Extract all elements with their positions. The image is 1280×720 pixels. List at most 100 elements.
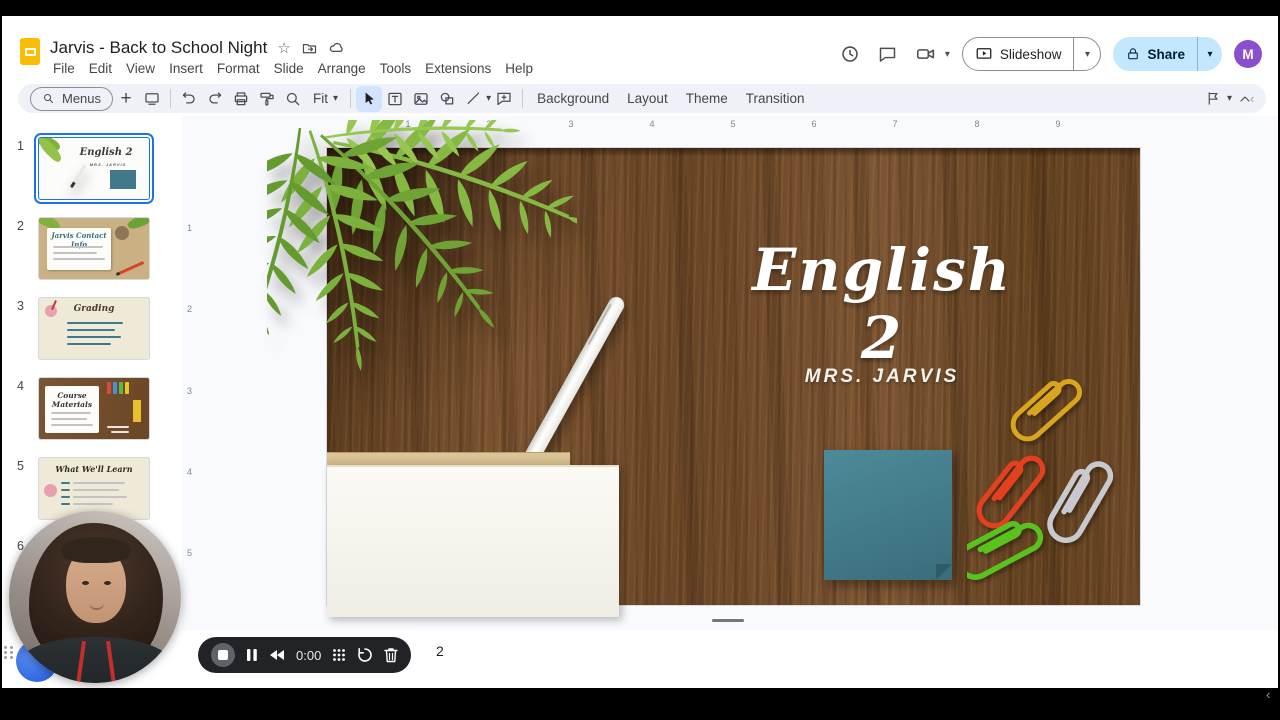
menu-arrange[interactable]: Arrange <box>311 58 373 79</box>
leaf-decoration <box>126 218 149 233</box>
thumb-pencil <box>115 261 145 276</box>
menu-view[interactable]: View <box>119 58 162 79</box>
palm-leaves-image[interactable] <box>267 120 577 445</box>
thumb-pencil <box>107 382 111 394</box>
menu-tools[interactable]: Tools <box>373 58 419 79</box>
menu-bar: File Edit View Insert Format Slide Arran… <box>46 58 540 79</box>
restart-recording-button[interactable] <box>357 647 373 663</box>
redo-button[interactable] <box>202 86 228 112</box>
share-button[interactable]: Share <box>1113 37 1197 71</box>
hruler-mark: 9 <box>1055 119 1061 129</box>
rewind-icon <box>270 650 284 660</box>
slide-row-3[interactable]: 3 Grading <box>2 297 182 363</box>
layout-button[interactable]: Layout <box>618 86 677 112</box>
insert-line-button[interactable] <box>460 86 486 112</box>
comments-icon[interactable] <box>875 41 901 67</box>
slideshow-button[interactable]: Slideshow <box>963 38 1074 70</box>
slide-number: 3 <box>17 299 24 313</box>
account-avatar[interactable]: M <box>1234 40 1262 68</box>
delete-recording-button[interactable] <box>384 647 399 663</box>
slide-row-2[interactable]: 2 Jarvis Contact Info <box>2 217 182 283</box>
speaker-notes-bar[interactable]: 0:00 2 <box>2 630 1278 688</box>
presenter-eye <box>82 581 89 585</box>
slide-3-thumbnail[interactable]: Grading <box>38 297 150 360</box>
menu-extensions[interactable]: Extensions <box>418 58 498 79</box>
cloud-status-icon[interactable] <box>328 39 346 57</box>
meet-camera-icon[interactable] <box>913 41 939 67</box>
presenter-eye <box>104 581 111 585</box>
thumb-bullet <box>61 489 70 491</box>
move-folder-icon[interactable] <box>301 40 318 57</box>
thumb-subtitle: MRS. JARVIS <box>89 162 127 167</box>
silver-paperclip <box>1044 456 1115 546</box>
insert-comment-button[interactable] <box>491 86 517 112</box>
version-history-icon[interactable] <box>837 41 863 67</box>
slide-1-thumbnail[interactable]: English 2 MRS. JARVIS <box>34 133 154 204</box>
stop-recording-button[interactable] <box>211 643 235 667</box>
menu-slide[interactable]: Slide <box>267 58 311 79</box>
slide-number: 1 <box>17 139 24 153</box>
slide-row-1[interactable]: 1 English 2 MRS. JARVIS <box>2 133 182 204</box>
camera-dropdown-icon[interactable]: ▾ <box>945 49 950 60</box>
header: Jarvis - Back to School Night ☆ File Edi… <box>2 16 1278 82</box>
paint-format-button[interactable] <box>254 86 280 112</box>
editor-canvas: 1 2 3 4 5 6 7 8 9 1 2 3 4 5 English 2 MR… <box>182 116 1278 634</box>
insert-image-button[interactable] <box>408 86 434 112</box>
insert-shape-button[interactable] <box>434 86 460 112</box>
rewind-button[interactable] <box>269 649 285 661</box>
hruler-mark: 8 <box>974 119 980 129</box>
paper-stack-image[interactable] <box>327 452 619 617</box>
select-tool-button[interactable] <box>356 85 383 112</box>
zoom-select[interactable]: Fit ▾ <box>306 86 345 112</box>
pause-recording-button[interactable] <box>246 648 258 662</box>
slideshow-button-group: Slideshow ▾ <box>961 37 1102 71</box>
slide-subtitle-textbox[interactable]: MRS. JARVIS <box>782 366 982 388</box>
print-button[interactable] <box>228 86 254 112</box>
document-title[interactable]: Jarvis - Back to School Night <box>50 38 267 58</box>
slide-number: 5 <box>17 459 24 473</box>
menu-edit[interactable]: Edit <box>82 58 119 79</box>
menu-insert[interactable]: Insert <box>162 58 210 79</box>
pointer-options-icon[interactable] <box>1201 86 1227 112</box>
share-dropdown[interactable]: ▾ <box>1198 37 1222 71</box>
panel-collapse-chevron[interactable]: ‹ <box>1250 92 1254 105</box>
paperclips-image[interactable] <box>967 360 1140 595</box>
menu-file[interactable]: File <box>46 58 82 79</box>
speaker-notes-text[interactable]: 2 <box>436 643 444 659</box>
horizontal-scrollbar-thumb[interactable] <box>712 619 744 622</box>
edge-chevron[interactable]: ‹ <box>1266 688 1270 701</box>
zoom-button[interactable] <box>280 86 306 112</box>
vruler-mark: 2 <box>187 304 193 314</box>
slide-title-textbox[interactable]: English 2 <box>732 236 1032 372</box>
menu-help[interactable]: Help <box>498 58 540 79</box>
webcam-overlay[interactable] <box>9 511 181 683</box>
new-slide-button[interactable]: + <box>113 86 139 112</box>
text-box-button[interactable] <box>382 86 408 112</box>
background-button[interactable]: Background <box>528 86 618 112</box>
hruler-mark: 6 <box>811 119 817 129</box>
star-icon[interactable]: ☆ <box>277 41 290 56</box>
thumb-text-line <box>111 431 129 433</box>
slide-2-thumbnail[interactable]: Jarvis Contact Info <box>38 217 150 280</box>
slides-logo[interactable] <box>20 38 40 65</box>
menus-search-button[interactable]: Menus <box>30 86 114 111</box>
undo-button[interactable] <box>176 86 202 112</box>
thumb-pencil <box>119 382 123 394</box>
transition-button[interactable]: Transition <box>737 86 814 112</box>
teal-sticky-note[interactable] <box>824 450 952 580</box>
drag-handle-dots[interactable] <box>4 646 14 659</box>
slide-4-thumbnail[interactable]: Course Materials <box>38 377 150 440</box>
menu-format[interactable]: Format <box>210 58 267 79</box>
paper-sheet <box>327 465 619 617</box>
thumb-text-line <box>53 246 103 248</box>
thumb-pencil <box>125 382 129 394</box>
red-paperclip <box>973 449 1047 532</box>
grid-view-button[interactable] <box>332 648 346 662</box>
slideshow-dropdown[interactable]: ▾ <box>1074 38 1100 70</box>
board-icon[interactable] <box>139 86 165 112</box>
share-button-group: Share ▾ <box>1113 37 1222 71</box>
theme-button[interactable]: Theme <box>677 86 737 112</box>
thumb-bullet <box>61 482 70 484</box>
slide-row-4[interactable]: 4 Course Materials <box>2 377 182 443</box>
thumb-text-line <box>67 329 115 331</box>
